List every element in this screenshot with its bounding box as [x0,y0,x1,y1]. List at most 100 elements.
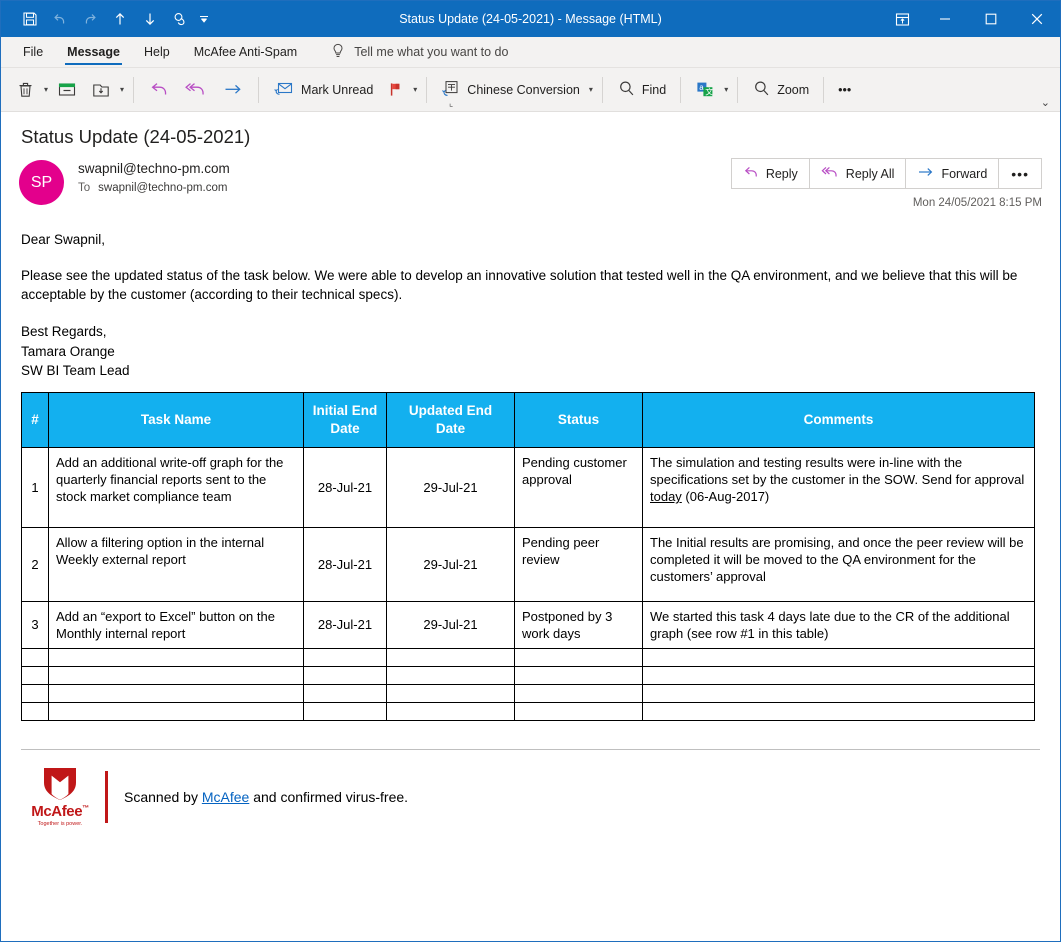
maximize-icon[interactable] [968,1,1014,37]
ribbon-group-chinese-conversion: Chinese Conversion ▾ [434,68,595,112]
move-button[interactable] [84,74,118,106]
sender-address[interactable]: swapnil@techno-pm.com [78,161,230,176]
table-row: 3 Add an “export to Excel” button on the… [21,600,1035,650]
quick-access-toolbar [1,4,213,34]
archive-button[interactable] [50,74,84,106]
forward-action-label: Forward [941,166,988,181]
tab-mcafee-anti-spam[interactable]: McAfee Anti-Spam [182,37,310,67]
reply-all-icon [821,165,839,182]
lightbulb-icon [331,43,345,62]
cell-task: Allow a filtering option in the internal… [48,526,304,602]
recipient-address[interactable]: swapnil@techno-pm.com [98,182,227,194]
table-header-row: # Task Name Initial End Date Updated End… [21,391,1035,448]
collapse-ribbon-chevron-icon[interactable]: ⌄ [1041,96,1050,109]
status-table: # Task Name Initial End Date Updated End… [21,391,1035,722]
cell-empty [48,684,304,704]
window-controls [882,1,1060,37]
cell-initial-end-date: 28-Jul-21 [303,600,387,650]
reply-all-action-label: Reply All [845,166,895,181]
cell-empty [642,648,1035,668]
cell-comments: We started this task 4 days late due to … [642,600,1035,650]
more-actions-button[interactable]: ••• [999,159,1041,188]
cell-empty [386,666,515,686]
chevron-down-icon[interactable] [195,4,213,34]
zoom-button[interactable]: Zoom [745,74,816,106]
delete-dropdown-chevron-icon[interactable]: ▾ [42,85,50,94]
flag-dropdown-chevron-icon[interactable]: ▾ [411,85,419,94]
previous-item-icon[interactable] [105,4,135,34]
find-button[interactable]: Find [610,74,673,106]
ribbon-separator [426,76,428,103]
ribbon-more-commands-button[interactable]: ••• [831,74,858,106]
ribbon-separator [737,76,739,103]
tell-me-search[interactable]: Tell me what you want to do [309,37,508,67]
move-dropdown-chevron-icon[interactable]: ▾ [118,85,126,94]
mark-unread-button[interactable]: Mark Unread [266,74,380,106]
save-icon[interactable] [15,4,45,34]
ribbon-display-options-icon[interactable] [882,1,922,37]
mcafee-footer: McAfee™ Together is power. Scanned by Mc… [21,749,1040,827]
follow-up-flag-button[interactable] [380,74,411,106]
cell-task: Add an “export to Excel” button on the M… [48,600,304,650]
minimize-icon[interactable] [922,1,968,37]
next-item-icon[interactable] [135,4,165,34]
status-table-wrapper: # Task Name Initial End Date Updated End… [15,380,1046,722]
cell-empty [303,702,387,722]
forward-button[interactable] [215,74,251,106]
tags-dialog-launcher-icon[interactable]: ⌞ [449,98,453,109]
cell-empty [642,684,1035,704]
ribbon-tab-bar: File Message Help McAfee Anti-Spam Tell … [1,37,1060,68]
col-header-status: Status [514,391,643,448]
cell-empty [514,684,643,704]
reply-button[interactable] [141,74,177,106]
title-bar: Status Update (24-05-2021) - Message (HT… [1,1,1060,37]
ribbon-separator [601,76,603,103]
ribbon-separator [258,76,260,103]
cell-empty [48,648,304,668]
cell-number: 1 [21,446,49,528]
search-icon [617,79,636,101]
mark-unread-icon [273,79,295,101]
footer-divider [105,770,108,823]
table-row-empty [21,666,1035,686]
reply-all-button[interactable] [177,74,215,106]
cell-number: 2 [21,526,49,602]
signature-block: Best Regards, Tamara Orange SW BI Team L… [21,322,1040,379]
reading-pane: Status Update (24-05-2021) SP swapnil@te… [1,112,1060,941]
tab-help[interactable]: Help [132,37,182,67]
cell-initial-end-date: 28-Jul-21 [303,526,387,602]
reply-all-action-button[interactable]: Reply All [810,159,907,188]
message-actions-wrap: Reply Reply All Forward ••• Mon 24/05/20… [730,158,1042,209]
cell-empty [21,702,49,722]
forward-icon [917,165,934,182]
ribbon-group-tags: Mark Unread ▾ ⌞ [266,68,453,112]
cell-status: Postponed by 3 work days [514,600,643,650]
chinese-conversion-chevron-icon[interactable]: ▾ [587,85,595,94]
forward-action-button[interactable]: Forward [906,159,1000,188]
cell-empty [514,702,643,722]
mark-unread-label: Mark Unread [301,82,374,97]
outlook-message-window: Status Update (24-05-2021) - Message (HT… [0,0,1061,942]
cell-empty [21,648,49,668]
delete-button[interactable] [9,74,42,106]
cell-empty [303,666,387,686]
translate-button[interactable]: a文 [688,74,722,106]
reply-action-button[interactable]: Reply [732,159,810,188]
cell-comments: The Initial results are promising, and o… [642,526,1035,602]
cell-empty [386,702,515,722]
close-icon[interactable] [1014,1,1060,37]
cell-empty [642,702,1035,722]
svg-text:文: 文 [706,87,714,97]
mcafee-link[interactable]: McAfee [202,789,249,805]
touch-mode-icon[interactable] [165,4,195,34]
signature-title: SW BI Team Lead [21,362,130,378]
translate-chevron-icon[interactable]: ▾ [722,85,730,94]
chinese-conversion-button[interactable]: Chinese Conversion [434,74,587,106]
message-header: SP swapnil@techno-pm.com To swapnil@tech… [15,152,1046,209]
chinese-conversion-label: Chinese Conversion [467,82,580,97]
cell-empty [48,666,304,686]
tab-message[interactable]: Message [55,37,132,67]
ribbon-toolbar: ▾ ▾ Mark Unread ▾ ⌞ Chinese Conversion ▾… [1,68,1060,112]
tab-file[interactable]: File [11,37,55,67]
table-row: 2 Allow a filtering option in the intern… [21,526,1035,602]
